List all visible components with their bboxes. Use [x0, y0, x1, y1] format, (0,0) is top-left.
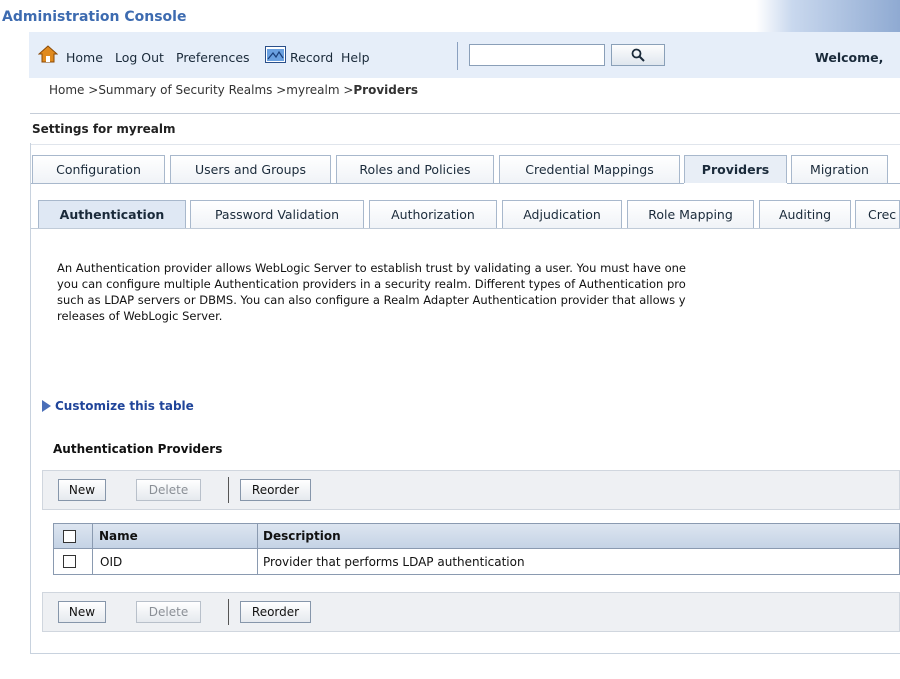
column-header-name[interactable]: Name: [99, 524, 138, 548]
tab-providers[interactable]: Providers: [684, 155, 787, 183]
search-button[interactable]: [611, 44, 665, 66]
subtab-adjudication[interactable]: Adjudication: [502, 200, 622, 228]
record-icon[interactable]: [265, 46, 286, 63]
description-line: such as LDAP servers or DBMS. You can al…: [57, 293, 686, 307]
description-line: you can configure multiple Authenticatio…: [57, 277, 686, 291]
delete-button[interactable]: Delete: [136, 479, 201, 501]
breadcrumb: Home >Summary of Security Realms >myreal…: [49, 83, 418, 97]
tab-row-line: [787, 183, 900, 184]
help-link[interactable]: Help: [341, 50, 370, 65]
table-header: Name Description: [53, 523, 900, 549]
button-separator: [228, 599, 229, 625]
column-divider: [257, 524, 258, 548]
search-icon: [631, 48, 645, 62]
preferences-link[interactable]: Preferences: [176, 50, 250, 65]
customize-table-link[interactable]: Customize this table: [42, 399, 194, 413]
column-header-description[interactable]: Description: [263, 524, 341, 548]
select-all-checkbox-cell: [63, 524, 76, 548]
new-button[interactable]: New: [58, 601, 106, 623]
select-all-checkbox[interactable]: [63, 529, 76, 543]
table-toolbar-top: New Delete Reorder: [42, 470, 900, 510]
section-title: Authentication Providers: [53, 442, 223, 456]
button-separator: [228, 477, 229, 503]
record-link[interactable]: Record: [290, 50, 333, 65]
subtab-credential-partial[interactable]: Crec: [855, 200, 900, 228]
column-divider: [257, 549, 258, 574]
tab-row-line: [30, 183, 684, 184]
subtab-authentication[interactable]: Authentication: [38, 200, 186, 228]
new-button[interactable]: New: [58, 479, 106, 501]
tab-credential-mappings[interactable]: Credential Mappings: [499, 155, 680, 183]
home-link[interactable]: Home: [66, 50, 103, 65]
description-line: An Authentication provider allows WebLog…: [57, 261, 687, 275]
subtab-role-mapping[interactable]: Role Mapping: [627, 200, 754, 228]
tab-migration[interactable]: Migration: [791, 155, 888, 183]
settings-header: Settings for myrealm: [30, 113, 900, 145]
expand-triangle-icon: [42, 400, 51, 412]
description-line: releases of WebLogic Server.: [57, 309, 223, 323]
tab-roles-and-policies[interactable]: Roles and Policies: [336, 155, 494, 183]
subtab-row-line: [30, 228, 900, 229]
console-title: Administration Console: [2, 9, 187, 25]
subtab-authorization[interactable]: Authorization: [369, 200, 497, 228]
row-checkbox-cell: [63, 549, 76, 574]
breadcrumb-current: Providers: [353, 83, 419, 97]
console-title-bar: Administration Console: [0, 0, 900, 32]
provider-description: Provider that performs LDAP authenticati…: [263, 554, 525, 569]
reorder-button[interactable]: Reorder: [240, 601, 311, 623]
tab-configuration[interactable]: Configuration: [32, 155, 165, 183]
settings-title: Settings for myrealm: [32, 122, 176, 136]
toolbar: Home Log Out Preferences Record Help Wel…: [29, 32, 900, 78]
logout-link[interactable]: Log Out: [115, 50, 164, 65]
description: An Authentication provider allows WebLog…: [57, 260, 900, 324]
reorder-button[interactable]: Reorder: [240, 479, 311, 501]
column-divider: [92, 549, 93, 574]
subtab-auditing[interactable]: Auditing: [759, 200, 851, 228]
column-divider: [92, 524, 93, 548]
home-icon[interactable]: [38, 45, 58, 63]
toolbar-divider: [457, 42, 458, 70]
row-checkbox[interactable]: [63, 555, 76, 568]
provider-name-link[interactable]: OID: [100, 549, 122, 574]
table-toolbar-bottom: New Delete Reorder: [42, 592, 900, 632]
customize-label: Customize this table: [55, 399, 194, 413]
delete-button[interactable]: Delete: [136, 601, 201, 623]
subtab-password-validation[interactable]: Password Validation: [190, 200, 364, 228]
search-input[interactable]: [469, 44, 605, 66]
breadcrumb-home[interactable]: Home >: [49, 83, 98, 97]
breadcrumb-realm[interactable]: myrealm >: [286, 83, 353, 97]
welcome-text: Welcome,: [815, 50, 884, 65]
table-row: OID Provider that performs LDAP authenti…: [53, 549, 900, 575]
tab-users-and-groups[interactable]: Users and Groups: [170, 155, 331, 183]
breadcrumb-summary[interactable]: Summary of Security Realms >: [98, 83, 286, 97]
